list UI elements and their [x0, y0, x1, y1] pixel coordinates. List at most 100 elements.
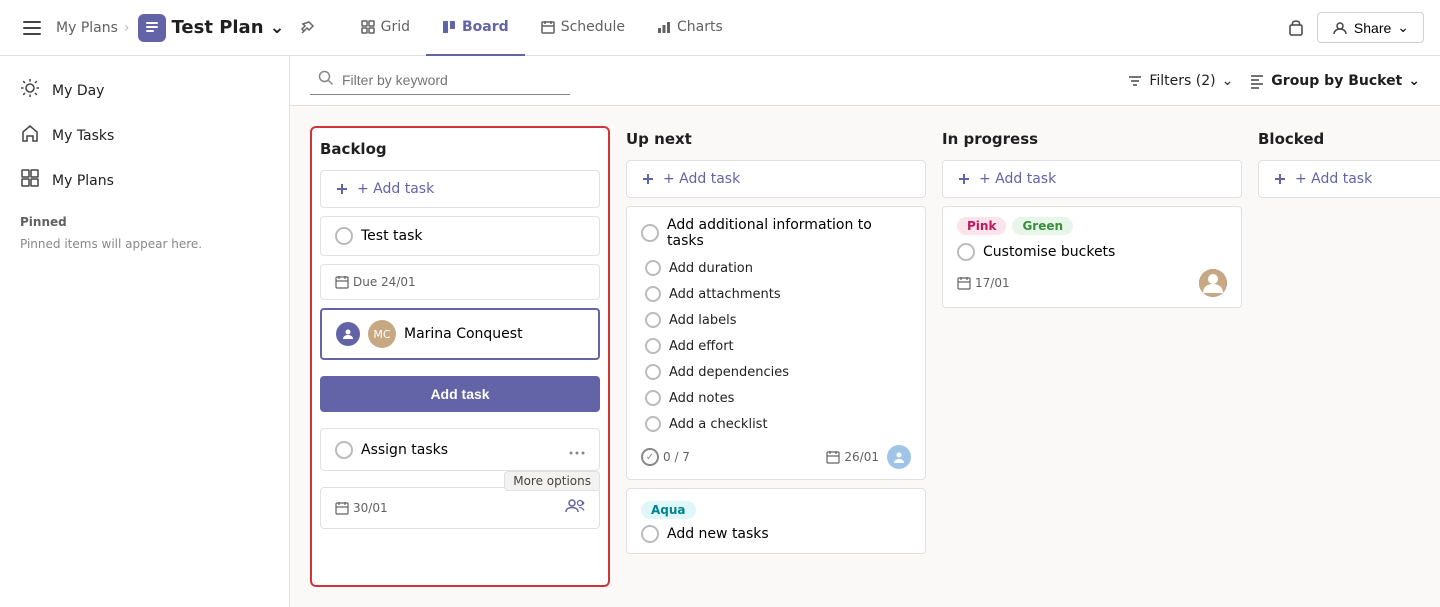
topbar-right: Share ⌄	[1287, 12, 1424, 43]
inprogress-task-circle	[957, 243, 975, 261]
upnext-date-text: 26/01	[844, 450, 879, 464]
upnext-aqua-card[interactable]: Aqua Add new tasks	[626, 488, 926, 554]
share-button[interactable]: Share ⌄	[1317, 12, 1424, 43]
plan-icon	[138, 14, 166, 42]
upnext-date-badge: 26/01	[826, 445, 911, 469]
search-input[interactable]	[342, 72, 542, 88]
assign-people-icon[interactable]	[565, 498, 585, 518]
group-by-chevron: ⌄	[1408, 73, 1420, 89]
sun-icon	[20, 78, 40, 103]
attachments-circle	[645, 286, 661, 302]
blocked-add-task-button[interactable]: + Add task	[1258, 160, 1440, 198]
dependencies-circle	[645, 364, 661, 380]
breadcrumb-separator: ›	[124, 20, 130, 36]
tab-grid-label: Grid	[381, 19, 410, 35]
column-blocked-header: Blocked	[1258, 126, 1440, 152]
dropdown-item-duration[interactable]: Add duration	[645, 255, 911, 281]
filters-label: Filters (2)	[1149, 73, 1215, 89]
notes-label: Add notes	[669, 391, 734, 406]
inprogress-add-task-button[interactable]: + Add task	[942, 160, 1242, 198]
due-date-card: Due 24/01	[320, 264, 600, 300]
attachments-label: Add attachments	[669, 287, 781, 302]
assign-person-icon	[336, 322, 360, 346]
inprogress-add-task-label: + Add task	[979, 171, 1056, 187]
dropdown-item-labels[interactable]: Add labels	[645, 307, 911, 333]
pin-button[interactable]	[293, 14, 321, 42]
dropdown-item-attachments[interactable]: Add attachments	[645, 281, 911, 307]
tab-charts-label: Charts	[677, 19, 723, 35]
task-status-circle[interactable]	[335, 227, 353, 245]
effort-label: Add effort	[669, 339, 734, 354]
filters-chevron: ⌄	[1222, 73, 1234, 89]
tab-charts[interactable]: Charts	[641, 0, 739, 56]
tab-board[interactable]: Board	[426, 0, 525, 56]
pinned-section-label: Pinned	[0, 203, 289, 233]
progress-circle: ✓	[641, 448, 659, 466]
assign-task-circle	[335, 441, 353, 459]
labels-circle	[645, 312, 661, 328]
group-by-button[interactable]: Group by Bucket ⌄	[1249, 73, 1420, 89]
sidebar-myday-label: My Day	[52, 83, 104, 99]
due-date-badge: Due 24/01	[335, 275, 585, 289]
backlog-add-task-button[interactable]: + Add task	[320, 170, 600, 208]
tab-board-label: Board	[462, 19, 509, 35]
grid-icon	[20, 168, 40, 193]
upnext-task-circle	[641, 224, 659, 242]
add-task-submit-button[interactable]: Add task	[320, 376, 600, 412]
inprogress-date-text: 17/01	[975, 276, 1010, 290]
sidebar-myplans-label: My Plans	[52, 173, 114, 189]
tab-schedule[interactable]: Schedule	[525, 0, 641, 56]
filters-button[interactable]: Filters (2) ⌄	[1127, 73, 1233, 89]
duration-label: Add duration	[669, 261, 753, 276]
more-options-tooltip: More options	[504, 471, 600, 491]
progress-badge: ✓ 0 / 7	[641, 448, 690, 466]
assign-date-card: 30/01	[320, 487, 600, 529]
home-icon	[20, 123, 40, 148]
progress-text: 0 / 7	[663, 450, 690, 464]
topbar: My Plans › Test Plan ⌄	[0, 0, 1440, 56]
board-area: Backlog + Add task Test task	[290, 106, 1440, 607]
sidebar-item-myday[interactable]: My Day	[0, 68, 289, 113]
dependencies-label: Add dependencies	[669, 365, 789, 380]
lock-icon	[1287, 16, 1305, 40]
test-task-title: Test task	[361, 228, 423, 244]
filter-bar-right: Filters (2) ⌄ Group by Bucket ⌄	[1127, 73, 1420, 89]
column-upnext: Up next + Add task Add additional inform…	[626, 126, 926, 587]
assign-tasks-content: Assign tasks	[335, 441, 448, 459]
inprogress-task-card[interactable]: Pink Green Customise buckets	[942, 206, 1242, 308]
label-tags-row: Pink Green	[957, 217, 1227, 235]
dropdown-item-dependencies[interactable]: Add dependencies	[645, 359, 911, 385]
upnext-dropdown-list: Add duration Add attachments Add labels	[645, 255, 911, 437]
more-options-button[interactable]	[569, 439, 585, 460]
pinned-empty-message: Pinned items will appear here.	[0, 233, 289, 255]
dropdown-item-checklist[interactable]: Add a checklist	[645, 411, 911, 437]
dropdown-item-notes[interactable]: Add notes	[645, 385, 911, 411]
plan-title-button[interactable]: Test Plan ⌄	[138, 14, 285, 42]
assign-tasks-card[interactable]: Assign tasks	[320, 428, 600, 471]
inprogress-avatar	[1199, 269, 1227, 297]
breadcrumb-myplans[interactable]: My Plans	[56, 20, 118, 36]
content-area: Filters (2) ⌄ Group by Bucket ⌄	[290, 56, 1440, 607]
inprogress-date-badge: 17/01	[957, 276, 1010, 290]
assign-date-badge: 30/01	[335, 501, 388, 515]
sidebar-item-mytasks[interactable]: My Tasks	[0, 113, 289, 158]
upnext-main-task-title: Add additional information to tasks	[667, 217, 911, 249]
upnext-add-task-button[interactable]: + Add task	[626, 160, 926, 198]
upnext-main-task-card[interactable]: Add additional information to tasks Add …	[626, 206, 926, 480]
main-layout: My Day My Tasks My Plans Pinned Pinn	[0, 56, 1440, 607]
column-upnext-header: Up next	[626, 126, 926, 152]
assign-date-text: 30/01	[353, 501, 388, 515]
tab-grid[interactable]: Grid	[345, 0, 426, 56]
search-icon	[318, 70, 334, 90]
inprogress-task-title: Customise buckets	[983, 244, 1115, 260]
sidebar-mytasks-label: My Tasks	[52, 128, 114, 144]
sidebar-item-myplans[interactable]: My Plans	[0, 158, 289, 203]
column-inprogress: In progress + Add task Pink Green	[942, 126, 1242, 587]
assignee-edit-card[interactable]: MC Marina Conquest	[320, 308, 600, 360]
test-task-card[interactable]: Test task	[320, 216, 600, 256]
dropdown-item-effort[interactable]: Add effort	[645, 333, 911, 359]
filter-bar: Filters (2) ⌄ Group by Bucket ⌄	[290, 56, 1440, 106]
green-label-tag: Green	[1012, 217, 1073, 235]
sidebar-toggle-button[interactable]	[16, 12, 48, 44]
column-blocked: Blocked + Add task	[1258, 126, 1440, 587]
